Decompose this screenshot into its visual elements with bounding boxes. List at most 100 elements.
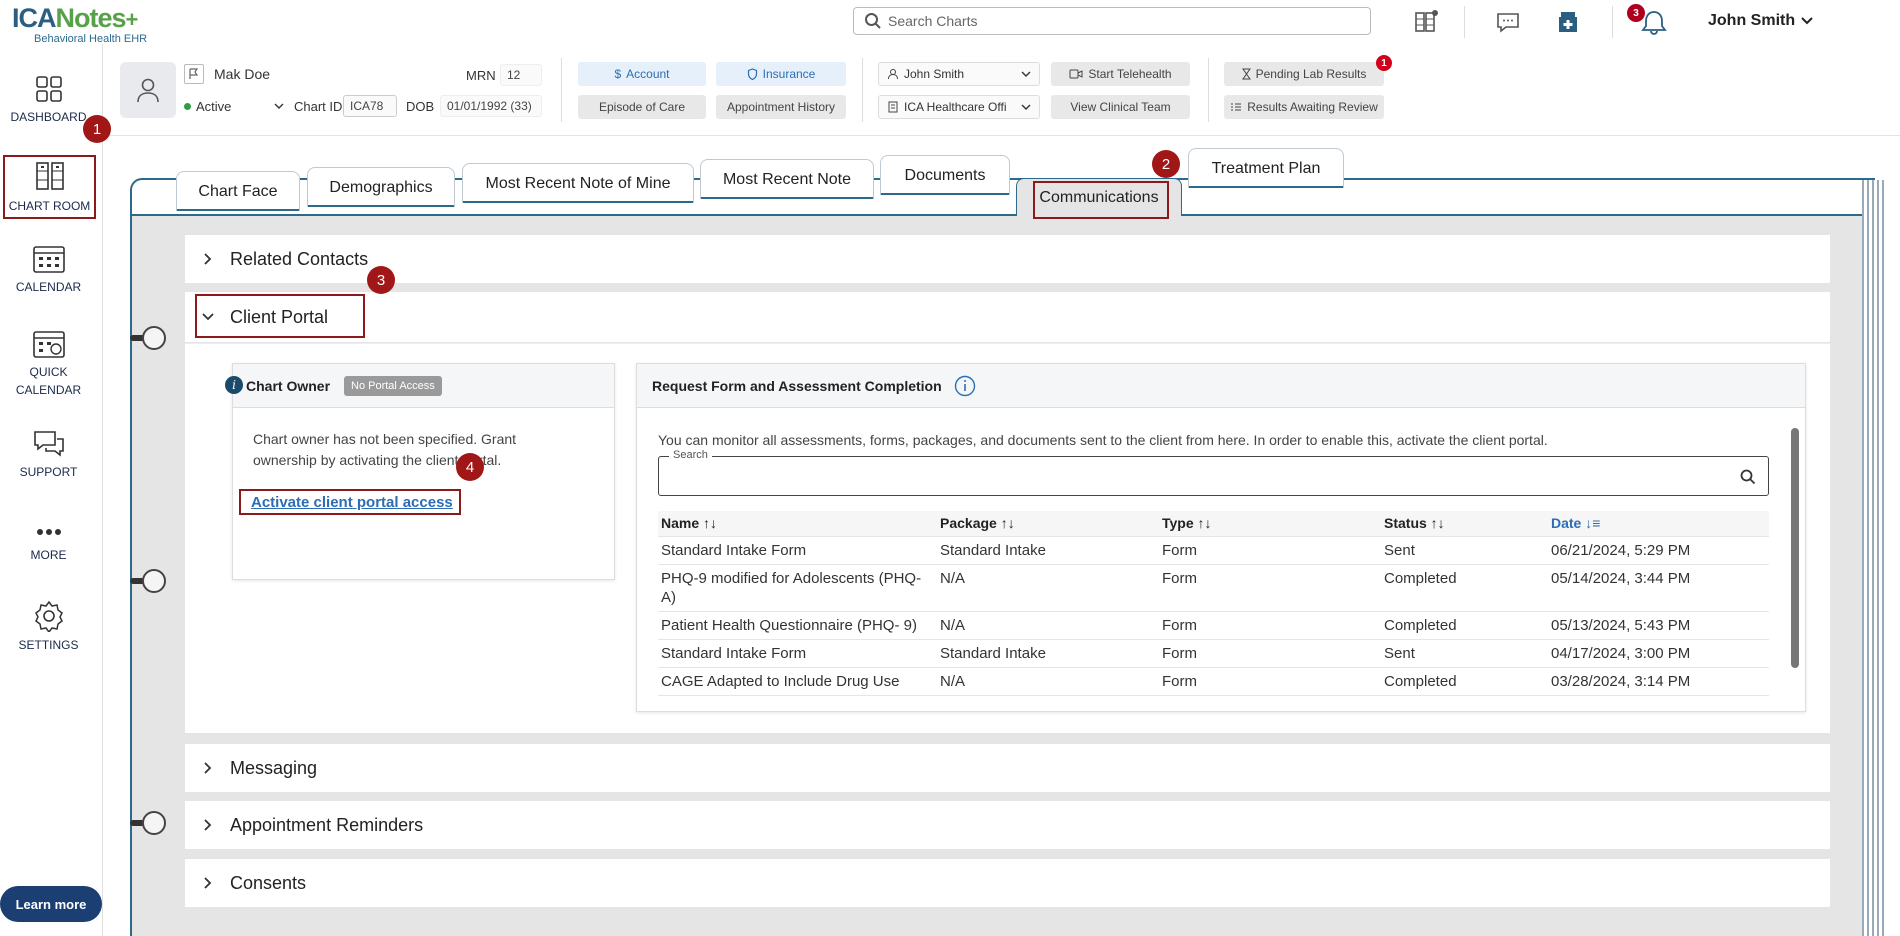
- patient-header: Mak Doe Active MRN 12 Chart ID ICA78 DOB…: [104, 44, 1900, 136]
- no-portal-access-badge: No Portal Access: [344, 375, 442, 396]
- chart-id-label: Chart ID: [294, 99, 343, 114]
- section-consents[interactable]: Consents: [185, 859, 1830, 907]
- flag-icon[interactable]: [184, 64, 204, 84]
- sidebar: DASHBOARD CHART ROOM CALENDAR QUICK CALE…: [0, 44, 103, 936]
- chart-room-icon: [35, 162, 64, 190]
- chevron-right-icon: [203, 253, 211, 265]
- app-logo[interactable]: ICANotes+ Behavioral Health EHR: [12, 4, 147, 45]
- sidebar-item-quick-calendar[interactable]: QUICK CALENDAR: [0, 329, 97, 399]
- sidebar-item-chart-room[interactable]: CHART ROOM: [3, 155, 96, 219]
- section-appointment-reminders[interactable]: Appointment Reminders: [185, 801, 1830, 849]
- chevron-right-icon: [203, 877, 211, 889]
- binder-ring: [130, 326, 166, 350]
- chart-id-value: ICA78: [343, 95, 397, 117]
- insurance-button[interactable]: Insurance: [716, 62, 846, 86]
- activate-client-portal-link[interactable]: Activate client portal access: [239, 489, 461, 515]
- column-header-date[interactable]: Date ↓≡: [1548, 510, 1769, 537]
- table-row[interactable]: Standard Intake Form Standard Intake Form S…: [658, 537, 1769, 565]
- calendar-icon: [32, 246, 65, 273]
- table-header-row: Name ↑↓ Package ↑↓ Type ↑↓ Status ↑↓ Dat…: [658, 511, 1769, 537]
- table-row[interactable]: Standard Intake Form Standard Intake Form S…: [658, 640, 1769, 668]
- sidebar-item-dashboard[interactable]: DASHBOARD: [0, 74, 97, 126]
- info-icon[interactable]: i: [225, 376, 243, 394]
- more-dots-icon: [36, 529, 61, 535]
- gear-icon: [34, 600, 63, 632]
- table-row[interactable]: CAGE Adapted to Include Drug Use N/A Form C…: [658, 668, 1769, 696]
- table-scrollbar[interactable]: [1791, 414, 1799, 704]
- info-circle-icon[interactable]: [954, 375, 976, 397]
- dollar-icon: $: [614, 67, 622, 81]
- table-row[interactable]: PHQ-9 modified for Adolescents (PHQ-A) N/…: [658, 565, 1769, 612]
- chevron-right-icon: [203, 762, 211, 774]
- chevron-down-icon: [1021, 71, 1031, 77]
- section-messaging[interactable]: Messaging: [185, 744, 1830, 792]
- messages-icon[interactable]: [1494, 8, 1522, 36]
- location-select[interactable]: ICA Healthcare Offi: [878, 95, 1040, 119]
- provider-select[interactable]: John Smith: [878, 62, 1040, 86]
- support-chat-icon: [33, 431, 64, 457]
- section-client-portal[interactable]: Client Portal: [185, 292, 1830, 342]
- mrn-label: MRN: [466, 68, 496, 83]
- sidebar-item-support[interactable]: SUPPORT: [0, 429, 97, 481]
- request-description: You can monitor all assessments, forms, …: [658, 432, 1548, 448]
- sidebar-item-settings[interactable]: SETTINGS: [0, 600, 97, 654]
- chevron-down-icon: [1801, 17, 1813, 25]
- binder-ring: [130, 569, 166, 593]
- chart-room-icon[interactable]: [1412, 8, 1440, 36]
- tab-treatment-plan[interactable]: Treatment Plan: [1188, 148, 1344, 188]
- chevron-down-icon: [274, 103, 284, 109]
- chevron-down-icon: [1021, 104, 1031, 110]
- column-header-package[interactable]: Package ↑↓: [937, 510, 1159, 537]
- patient-name: Mak Doe: [214, 66, 271, 82]
- pending-lab-results-button[interactable]: Pending Lab Results: [1224, 62, 1384, 86]
- tab-documents[interactable]: Documents: [880, 155, 1010, 195]
- hourglass-icon: [1241, 68, 1251, 80]
- user-icon: [888, 69, 898, 80]
- user-icon: [137, 78, 159, 103]
- section-related-contacts[interactable]: Related Contacts: [185, 235, 1830, 283]
- appointment-history-button[interactable]: Appointment History: [716, 95, 846, 119]
- table-row[interactable]: Patient Health Questionnaire (PHQ- 9) N/A…: [658, 612, 1769, 640]
- view-clinical-team-button[interactable]: View Clinical Team: [1051, 95, 1190, 119]
- prescription-icon[interactable]: [1554, 8, 1582, 36]
- tab-demographics[interactable]: Demographics: [307, 167, 455, 207]
- top-bar: ICANotes+ Behavioral Health EHR Search C…: [0, 0, 1900, 45]
- quick-calendar-icon: [32, 331, 65, 358]
- step-badge-3: 3: [367, 266, 395, 294]
- dob-value: 01/01/1992 (33): [440, 95, 542, 117]
- status-select[interactable]: Active: [184, 95, 284, 117]
- sidebar-item-more[interactable]: MORE: [0, 522, 97, 564]
- results-awaiting-review-button[interactable]: Results Awaiting Review: [1224, 95, 1384, 119]
- list-icon: [1231, 103, 1242, 111]
- request-form-card: Request Form and Assessment Completion Y…: [636, 363, 1806, 712]
- request-search-input[interactable]: Search: [658, 449, 1769, 496]
- search-icon[interactable]: [1740, 469, 1756, 485]
- tab-most-recent-note-of-mine[interactable]: Most Recent Note of Mine: [462, 163, 694, 203]
- search-charts-input[interactable]: Search Charts: [853, 7, 1371, 35]
- building-icon: [888, 101, 898, 113]
- user-menu[interactable]: John Smith: [1708, 12, 1813, 30]
- video-icon: [1069, 69, 1083, 79]
- column-header-type[interactable]: Type ↑↓: [1159, 510, 1381, 537]
- dashboard-icon: [35, 76, 62, 102]
- column-header-status[interactable]: Status ↑↓: [1381, 510, 1548, 537]
- search-icon: [865, 13, 881, 29]
- active-status-dot: [184, 102, 191, 110]
- tab-chart-face[interactable]: Chart Face: [176, 171, 300, 211]
- column-header-name[interactable]: Name ↑↓: [658, 510, 937, 537]
- pending-lab-count-badge: 1: [1376, 55, 1392, 71]
- mrn-value: 12: [500, 64, 542, 86]
- episode-of-care-button[interactable]: Episode of Care: [578, 95, 706, 119]
- shield-icon: [747, 68, 757, 80]
- tab-communications-highlight: [1033, 181, 1169, 219]
- step-badge-1: 1: [83, 115, 111, 143]
- binder-ring: [130, 811, 166, 835]
- notification-count-badge: 3: [1627, 4, 1645, 22]
- tab-most-recent-note[interactable]: Most Recent Note: [700, 159, 874, 199]
- start-telehealth-button[interactable]: Start Telehealth: [1051, 62, 1190, 86]
- learn-more-button[interactable]: Learn more: [0, 886, 102, 922]
- account-button[interactable]: $ Account: [578, 62, 706, 86]
- avatar: [120, 62, 176, 118]
- client-portal-highlight: [195, 294, 365, 338]
- sidebar-item-calendar[interactable]: CALENDAR: [0, 244, 97, 296]
